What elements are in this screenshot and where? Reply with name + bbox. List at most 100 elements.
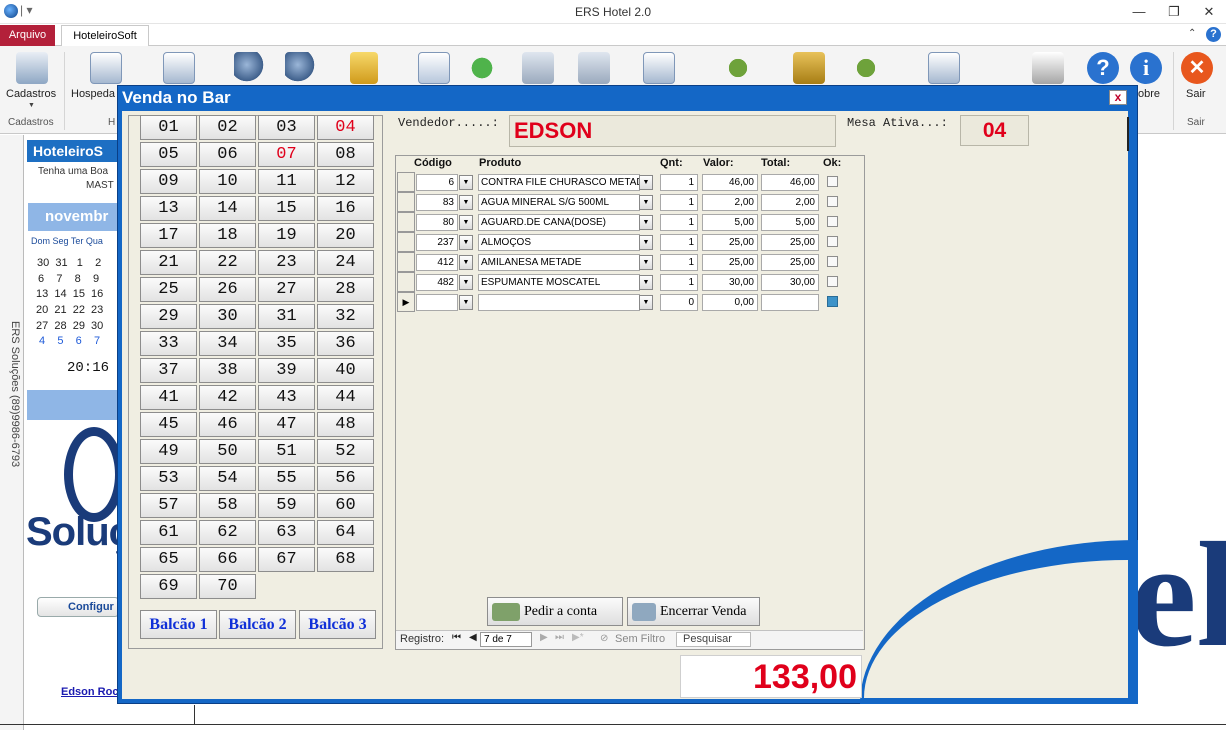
- hospedagem-button[interactable]: Hospeda: [71, 88, 115, 100]
- table-button[interactable]: 51: [258, 439, 315, 464]
- table-button[interactable]: 10: [199, 169, 256, 194]
- list-icon[interactable]: [643, 52, 675, 84]
- codigo-cell[interactable]: 80: [416, 214, 458, 231]
- ok-checkbox[interactable]: [827, 236, 838, 247]
- total-cell[interactable]: 2,00: [761, 194, 819, 211]
- cadastros-button[interactable]: Cadastros: [6, 88, 56, 100]
- table-button[interactable]: 49: [140, 439, 197, 464]
- ok-checkbox[interactable]: [827, 196, 838, 207]
- table-button[interactable]: 52: [317, 439, 374, 464]
- table-button[interactable]: 55: [258, 466, 315, 491]
- search-input[interactable]: Pesquisar: [676, 632, 751, 647]
- table-button[interactable]: 66: [199, 547, 256, 572]
- total-cell[interactable]: 5,00: [761, 214, 819, 231]
- id-card-icon[interactable]: [928, 52, 960, 84]
- qnt-cell[interactable]: 1: [660, 214, 698, 231]
- total-cell[interactable]: 25,00: [761, 254, 819, 271]
- table-button[interactable]: 11: [258, 169, 315, 194]
- produto-cell[interactable]: [478, 294, 640, 311]
- row-selector[interactable]: ▶: [397, 292, 415, 312]
- table-button[interactable]: 58: [199, 493, 256, 518]
- remove-user-icon[interactable]: [285, 52, 317, 84]
- table-button[interactable]: 03: [258, 115, 315, 140]
- pedir-conta-button[interactable]: Pedir a conta: [487, 597, 623, 626]
- row-selector[interactable]: [397, 252, 415, 272]
- table-button[interactable]: 48: [317, 412, 374, 437]
- table-button[interactable]: 42: [199, 385, 256, 410]
- produto-cell[interactable]: AMILANESA METADE: [478, 254, 640, 271]
- table-button[interactable]: 68: [317, 547, 374, 572]
- add-alert-icon[interactable]: [466, 52, 498, 84]
- produto-cell[interactable]: AGUARD.DE CANA(DOSE): [478, 214, 640, 231]
- table-button[interactable]: 18: [199, 223, 256, 248]
- balcao-button[interactable]: Balcão 3: [299, 610, 376, 639]
- table-button[interactable]: 30: [199, 304, 256, 329]
- vendedor-field[interactable]: EDSON: [509, 115, 836, 147]
- table-button[interactable]: 15: [258, 196, 315, 221]
- org-chart-2-icon[interactable]: [578, 52, 610, 84]
- table-button[interactable]: 33: [140, 331, 197, 356]
- sobre-button[interactable]: obre: [1138, 88, 1160, 100]
- tab-arquivo[interactable]: Arquivo: [0, 25, 55, 46]
- help-ribbon-icon[interactable]: ?: [1087, 52, 1119, 84]
- help-icon[interactable]: ?: [1206, 27, 1221, 42]
- table-button[interactable]: 56: [317, 466, 374, 491]
- table-button[interactable]: 34: [199, 331, 256, 356]
- qnt-cell[interactable]: 1: [660, 194, 698, 211]
- valor-cell[interactable]: 46,00: [702, 174, 758, 191]
- qnt-cell[interactable]: 1: [660, 274, 698, 291]
- table-button[interactable]: 09: [140, 169, 197, 194]
- table-button[interactable]: 47: [258, 412, 315, 437]
- encerrar-venda-button[interactable]: Encerrar Venda: [627, 597, 760, 626]
- table-button[interactable]: 21: [140, 250, 197, 275]
- table-button[interactable]: 67: [258, 547, 315, 572]
- users-icon[interactable]: [722, 52, 754, 84]
- table-button[interactable]: 19: [258, 223, 315, 248]
- table-button[interactable]: 61: [140, 520, 197, 545]
- sair-button[interactable]: Sair: [1186, 88, 1206, 100]
- codigo-dropdown-icon[interactable]: ▼: [459, 175, 473, 190]
- table-button[interactable]: 22: [199, 250, 256, 275]
- table-button[interactable]: 17: [140, 223, 197, 248]
- close-window-button[interactable]: ✕: [1192, 0, 1226, 24]
- exit-icon[interactable]: ✕: [1181, 52, 1213, 84]
- codigo-dropdown-icon[interactable]: ▼: [459, 295, 473, 310]
- last-record-button[interactable]: ⏭: [555, 632, 564, 643]
- table-button[interactable]: 43: [258, 385, 315, 410]
- codigo-cell[interactable]: 83: [416, 194, 458, 211]
- new-record-button[interactable]: ▶*: [572, 632, 584, 643]
- dialog-close-button[interactable]: x: [1109, 90, 1127, 105]
- users-2-icon[interactable]: [850, 52, 882, 84]
- valor-cell[interactable]: 25,00: [702, 234, 758, 251]
- table-button[interactable]: 57: [140, 493, 197, 518]
- valor-cell[interactable]: 0,00: [702, 294, 758, 311]
- tab-hoteleirosoft[interactable]: HoteleiroSoft: [61, 25, 149, 47]
- produto-dropdown-icon[interactable]: ▼: [639, 255, 653, 270]
- table-button[interactable]: 29: [140, 304, 197, 329]
- add-user-icon[interactable]: [234, 52, 266, 84]
- table-button[interactable]: 65: [140, 547, 197, 572]
- balcao-button[interactable]: Balcão 2: [219, 610, 296, 639]
- row-selector[interactable]: [397, 232, 415, 252]
- table-button[interactable]: 27: [258, 277, 315, 302]
- produto-dropdown-icon[interactable]: ▼: [639, 175, 653, 190]
- row-selector[interactable]: [397, 172, 415, 192]
- row-selector[interactable]: [397, 272, 415, 292]
- table-button[interactable]: 25: [140, 277, 197, 302]
- qnt-cell[interactable]: 1: [660, 254, 698, 271]
- cadastros-icon[interactable]: [16, 52, 48, 84]
- table-button[interactable]: 40: [317, 358, 374, 383]
- first-record-button[interactable]: ⏮: [452, 632, 461, 643]
- valor-cell[interactable]: 2,00: [702, 194, 758, 211]
- table-button[interactable]: 28: [317, 277, 374, 302]
- org-chart-icon[interactable]: [522, 52, 554, 84]
- config-button[interactable]: Configur: [37, 597, 119, 617]
- table-button[interactable]: 26: [199, 277, 256, 302]
- table-button[interactable]: 37: [140, 358, 197, 383]
- table-button[interactable]: 24: [317, 250, 374, 275]
- codigo-cell[interactable]: 482: [416, 274, 458, 291]
- table-button[interactable]: 69: [140, 574, 197, 599]
- record-position-field[interactable]: 7 de 7: [480, 632, 532, 647]
- codigo-dropdown-icon[interactable]: ▼: [459, 215, 473, 230]
- valor-cell[interactable]: 5,00: [702, 214, 758, 231]
